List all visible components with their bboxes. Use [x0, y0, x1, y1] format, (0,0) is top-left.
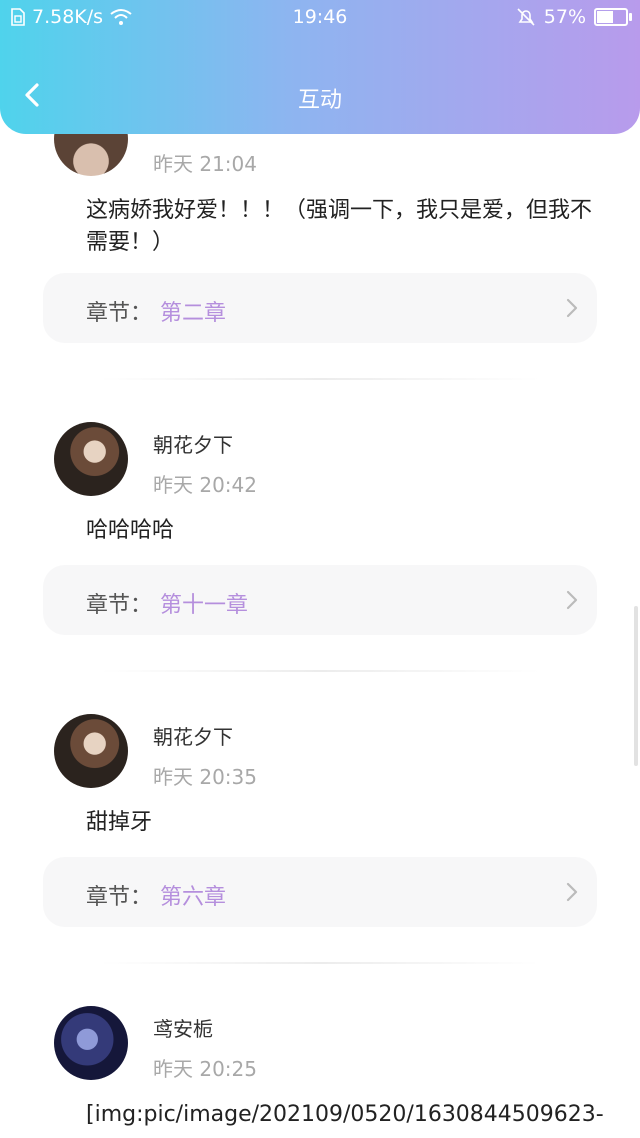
comment-list[interactable]: 昨天 21:04 这病娇我好爱！！！（强调一下，我只是爱，但我不需要！） 章节：…: [0, 0, 640, 1138]
page-title: 互动: [297, 88, 342, 113]
chapter-link[interactable]: 章节： 第六章: [43, 857, 597, 927]
bell-muted-icon: [517, 8, 535, 26]
nav-bar: 互动: [0, 60, 640, 132]
comment-time: 昨天 20:42: [153, 473, 257, 497]
header: 7.58K/s 19:46 57% 互动: [0, 0, 640, 134]
comment-time: 昨天 21:04: [153, 152, 257, 176]
chapter-label: 章节：: [86, 885, 153, 910]
status-bar: 7.58K/s 19:46 57%: [0, 0, 640, 34]
avatar[interactable]: [54, 1006, 128, 1080]
divider: [100, 670, 540, 672]
chapter-link[interactable]: 章节： 第十一章: [43, 565, 597, 635]
chapter-name: 第二章: [160, 301, 227, 326]
chevron-right-icon: [566, 298, 578, 318]
divider: [100, 378, 540, 380]
avatar[interactable]: [54, 714, 128, 788]
status-right: 57%: [516, 6, 632, 28]
comment-username[interactable]: 鸢安栀: [153, 1013, 213, 1042]
comment-username[interactable]: 朝花夕下: [153, 721, 233, 750]
battery-level: [597, 11, 613, 23]
comment-content: 哈哈哈哈: [86, 518, 175, 543]
chevron-right-icon: [566, 590, 578, 610]
chapter-label: 章节：: [86, 301, 153, 326]
scrollbar[interactable]: [634, 606, 638, 766]
divider: [100, 962, 540, 964]
comment-time: 昨天 20:35: [153, 765, 257, 789]
comment-content: [img:pic/image/202109/0520/1630844509623…: [86, 1102, 604, 1127]
chapter-label: 章节：: [86, 593, 153, 618]
chapter-link[interactable]: 章节： 第二章: [43, 273, 597, 343]
battery-icon: [594, 8, 632, 26]
avatar[interactable]: [54, 422, 128, 496]
comment-content: 甜掉牙: [86, 810, 153, 835]
battery-percent: 57%: [543, 6, 586, 28]
chevron-right-icon: [566, 882, 578, 902]
comment-time: 昨天 20:25: [153, 1057, 257, 1081]
chapter-name: 第六章: [160, 885, 227, 910]
chapter-name: 第十一章: [160, 593, 249, 618]
comment-content: 这病娇我好爱！！！（强调一下，我只是爱，但我不需要！）: [86, 198, 593, 255]
comment-username[interactable]: 朝花夕下: [153, 429, 233, 458]
